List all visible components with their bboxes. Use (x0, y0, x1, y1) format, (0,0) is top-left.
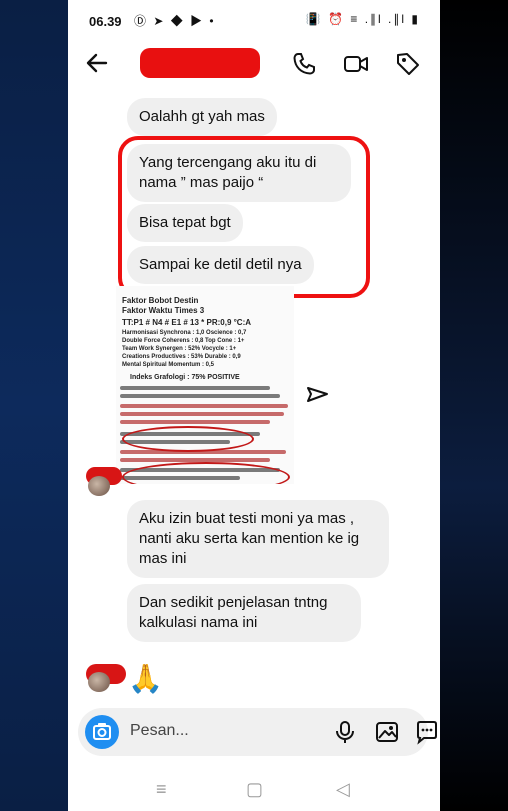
message-input-bar: Pesan... (78, 708, 437, 756)
phone-screen: 06.39 Ⓓ ➤ ◆ ▶ • 📳 ⏰ ≡ .∥l .∥l ▮ Oalahh g… (68, 0, 440, 811)
video-icon[interactable] (342, 50, 370, 78)
system-back-button[interactable]: ◁ (336, 779, 350, 800)
share-icon[interactable] (302, 380, 332, 410)
status-bar: 06.39 Ⓓ ➤ ◆ ▶ • 📳 ⏰ ≡ .∥l .∥l ▮ (68, 0, 440, 42)
message-text: Aku izin buat testi moni ya mas , nanti … (139, 510, 360, 567)
notification-icons: Ⓓ ➤ ◆ ▶ • (134, 14, 216, 28)
message-bubble[interactable]: Dan sedikit penjelasan tntng kalkulasi n… (127, 584, 361, 642)
phone-icon[interactable] (290, 50, 318, 78)
tag-icon[interactable] (394, 50, 422, 78)
message-bubble[interactable]: Oalahh gt yah mas (127, 98, 277, 136)
status-time: 06.39 (89, 14, 122, 29)
sticker-icon[interactable] (414, 719, 440, 745)
camera-icon (93, 723, 111, 740)
attachment-text-line: Mental Spiritual Momentum : 0,5 (122, 362, 215, 368)
attachment-text-line: Double Force Coherens : 0,8 Top Cone : 1… (122, 338, 245, 344)
camera-button[interactable] (85, 715, 119, 749)
attachment-text-line: Indeks Grafologi : 75% POSITIVE (130, 374, 240, 381)
recent-apps-button[interactable]: ≡ (156, 779, 167, 800)
annotation-circle (122, 426, 254, 452)
system-icons: 📳 ⏰ ≡ .∥l .∥l ▮ (305, 12, 420, 26)
folded-hands-emoji[interactable]: 🙏 (128, 662, 163, 695)
message-bubble[interactable]: Aku izin buat testi moni ya mas , nanti … (127, 500, 389, 578)
system-navigation-bar: ≡ ▢ ◁ (68, 765, 440, 811)
avatar[interactable] (88, 476, 110, 496)
message-text: Oalahh gt yah mas (139, 108, 265, 125)
chat-header (68, 42, 440, 88)
message-input[interactable]: Pesan... (130, 722, 189, 740)
background-left (0, 0, 68, 811)
attachment-text-line: Team Work Synergen : 52% Vocycle : 1+ (122, 346, 237, 352)
attachment-text-line: Harmonisasi Synchrona : 1,0 Oscience : 0… (122, 330, 247, 336)
home-button[interactable]: ▢ (246, 779, 263, 800)
annotation-circle (122, 462, 290, 484)
highlight-outline (118, 136, 370, 298)
image-attachment[interactable]: Faktor Bobot Destin Faktor Waktu Times 3… (116, 286, 294, 484)
attachment-text-line: Faktor Waktu Times 3 (122, 306, 205, 315)
background-right (440, 0, 508, 811)
gallery-icon[interactable] (374, 719, 400, 745)
message-text: Dan sedikit penjelasan tntng kalkulasi n… (139, 594, 328, 631)
back-arrow-icon[interactable] (84, 50, 110, 80)
contact-name-redaction[interactable] (140, 48, 260, 78)
attachment-text-line: Faktor Bobot Destin (122, 296, 199, 305)
attachment-text-line: Creations Productives : 53% Durable : 0,… (122, 354, 241, 360)
microphone-icon[interactable] (332, 719, 358, 745)
avatar[interactable] (88, 672, 110, 692)
attachment-text-line: TT:P1 # N4 # E1 # 13 * PR:0,9 °C:A (122, 318, 252, 327)
